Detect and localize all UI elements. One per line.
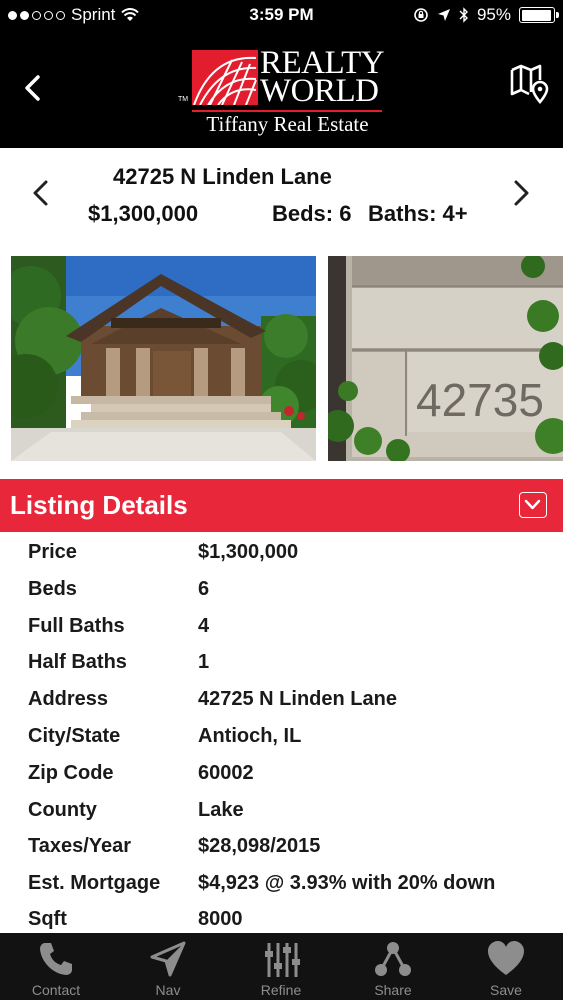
detail-label: Full Baths xyxy=(28,615,125,637)
tab-save[interactable]: Save xyxy=(450,933,562,1000)
detail-value: Antioch, IL xyxy=(198,725,302,747)
listing-summary: 42725 N Linden Lane $1,300,000 Beds: 6 B… xyxy=(0,148,563,248)
detail-value: Lake xyxy=(198,799,244,821)
next-listing-button[interactable] xyxy=(508,178,534,208)
listing-photo-house[interactable] xyxy=(11,256,316,461)
section-title: Listing Details xyxy=(10,490,188,520)
status-bar: Sprint 3:59 PM 95% xyxy=(0,0,563,30)
rotation-lock-icon xyxy=(414,8,428,22)
detail-row-beds: Beds 6 xyxy=(0,570,563,606)
listing-photo-address-stone[interactable]: 42735 xyxy=(328,256,563,461)
chevron-left-icon xyxy=(25,75,40,101)
detail-label: Taxes/Year xyxy=(28,835,132,857)
tab-refine[interactable]: Refine xyxy=(225,933,337,1000)
globe-logo-icon xyxy=(192,50,258,105)
location-arrow-icon xyxy=(437,9,450,21)
detail-row-address: Address 42725 N Linden Lane xyxy=(0,680,563,716)
detail-row-mortgage: Est. Mortgage $4,923 @ 3.93% with 20% do… xyxy=(0,864,563,900)
heart-icon xyxy=(488,941,524,975)
detail-row-taxes: Taxes/Year $28,098/2015 xyxy=(0,827,563,863)
detail-label: Address xyxy=(28,688,109,710)
chevron-left-icon xyxy=(33,180,48,206)
tab-contact[interactable]: Contact xyxy=(0,933,112,1000)
detail-value: 8000 xyxy=(198,908,243,930)
phone-icon xyxy=(40,943,72,975)
sliders-icon xyxy=(265,943,300,977)
detail-label: Half Baths xyxy=(28,651,127,673)
detail-row-county: County Lake xyxy=(0,791,563,827)
share-icon xyxy=(375,942,411,976)
app-header: TM REALTY WORLD Tiffany Real Estate xyxy=(0,30,563,148)
detail-label: Zip Code xyxy=(28,762,114,784)
listing-street: 42725 N Linden Lane xyxy=(113,164,332,189)
previous-listing-button[interactable] xyxy=(28,178,54,208)
detail-label: Price xyxy=(28,541,77,563)
detail-row-sqft: Sqft 8000 xyxy=(0,900,563,936)
detail-value: 6 xyxy=(198,578,210,600)
detail-row-city-state: City/State Antioch, IL xyxy=(0,717,563,753)
tab-label: Refine xyxy=(260,982,302,998)
listing-price: $1,300,000 xyxy=(88,201,199,226)
detail-row-full-baths: Full Baths 4 xyxy=(0,607,563,643)
detail-row-half-baths: Half Baths 1 xyxy=(0,643,563,679)
tab-label: Save xyxy=(490,982,522,998)
detail-label: Beds xyxy=(28,578,77,600)
tab-share[interactable]: Share xyxy=(337,933,449,1000)
logo-world: WORLD xyxy=(260,73,379,109)
map-button[interactable] xyxy=(509,62,551,108)
bluetooth-icon xyxy=(459,7,468,23)
battery-percent: 95% xyxy=(476,5,511,24)
status-right: 95% xyxy=(413,5,559,25)
listing-baths: Baths: 4+ xyxy=(368,201,468,226)
detail-label: Est. Mortgage xyxy=(28,872,161,894)
tab-label: Contact xyxy=(31,982,81,998)
back-button[interactable] xyxy=(18,68,48,108)
map-pin-icon xyxy=(510,64,549,104)
detail-row-price: Price $1,300,000 xyxy=(0,533,563,569)
detail-label: City/State xyxy=(28,725,121,747)
listing-details-header[interactable]: Listing Details xyxy=(0,479,563,532)
detail-label: Sqft xyxy=(28,908,67,930)
house-number-carving: 42735 xyxy=(416,374,544,426)
navigation-arrow-icon xyxy=(150,941,186,977)
detail-value: 42725 N Linden Lane xyxy=(198,688,397,710)
realty-world-logo: TM REALTY WORLD Tiffany Real Estate xyxy=(178,47,385,138)
detail-value: $28,098/2015 xyxy=(198,835,321,857)
battery-icon xyxy=(519,7,559,23)
chevron-down-icon xyxy=(524,499,541,510)
logo-tagline: Tiffany Real Estate xyxy=(206,112,369,136)
detail-label: County xyxy=(28,799,97,821)
tab-label: Nav xyxy=(155,982,181,998)
detail-value: 4 xyxy=(198,615,210,637)
tab-nav[interactable]: Nav xyxy=(112,933,224,1000)
logo-trademark: TM xyxy=(178,96,189,103)
detail-row-zip-code: Zip Code 60002 xyxy=(0,754,563,790)
detail-value: $1,300,000 xyxy=(198,541,299,563)
listing-details-list: Price $1,300,000 Beds 6 Full Baths 4 Hal… xyxy=(0,533,563,933)
detail-value: $4,923 @ 3.93% with 20% down xyxy=(198,872,496,894)
detail-value: 1 xyxy=(198,651,210,673)
tab-label: Share xyxy=(374,982,412,998)
chevron-right-icon xyxy=(514,180,529,206)
detail-value: 60002 xyxy=(198,762,254,784)
listing-beds: Beds: 6 xyxy=(272,201,352,226)
collapse-button[interactable] xyxy=(519,492,547,518)
bottom-tab-bar: Contact Nav Refine Share Save xyxy=(0,933,563,1000)
